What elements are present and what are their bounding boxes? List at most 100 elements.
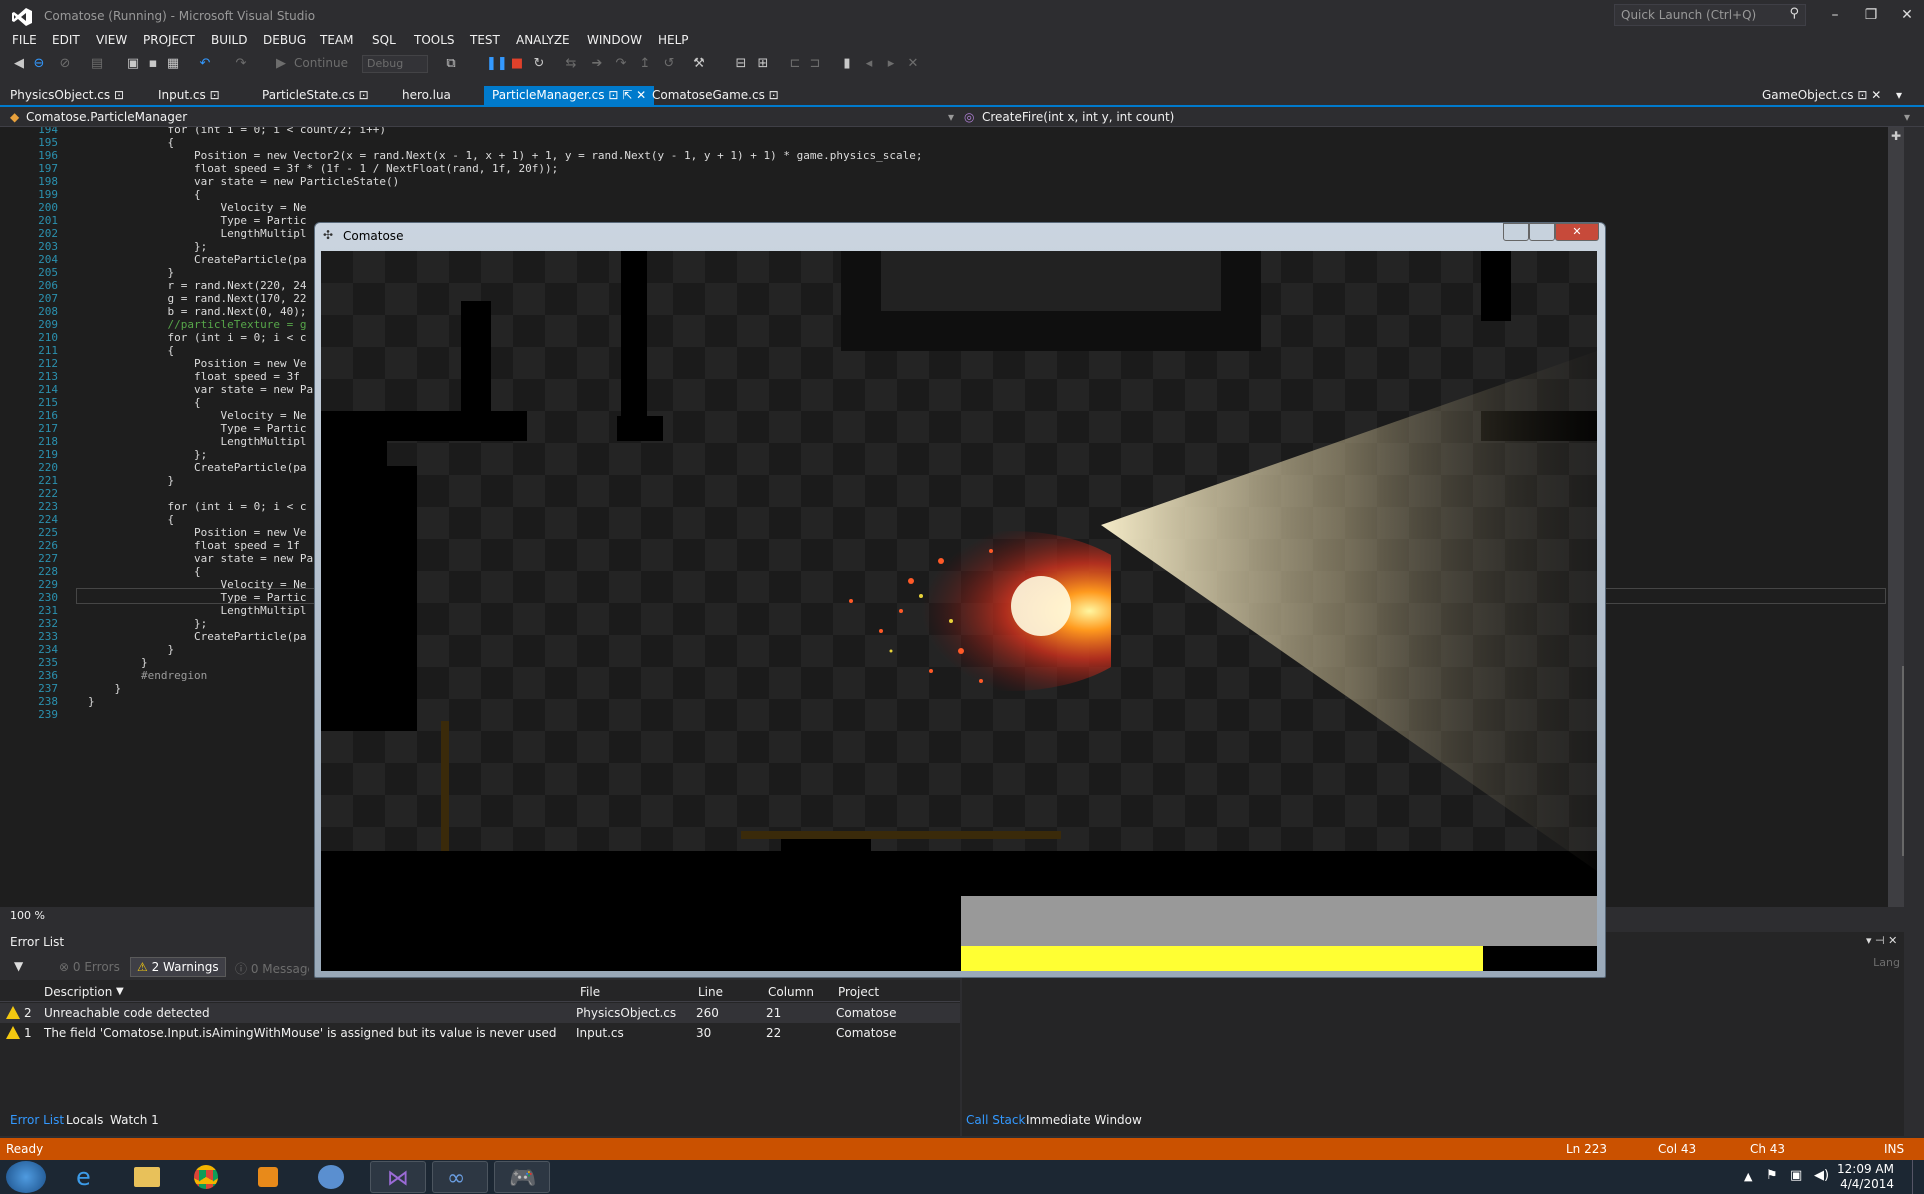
back-icon[interactable]: ◀ [10,55,28,73]
game-controller-icon[interactable]: 🎮 [494,1161,550,1193]
volume-icon[interactable]: ◀) [1814,1168,1829,1183]
code-line[interactable]: g = rand.Next(170, 22 [88,292,306,305]
tab-particlemanager[interactable]: ParticleManager.cs ⊡ ⇱ ✕ [484,86,655,106]
pin-icon[interactable]: ⊡ [769,88,779,102]
code-line[interactable]: CreateParticle(pa [88,461,307,474]
code-line[interactable]: { [88,344,174,357]
tab-comatosegame[interactable]: ComatoseGame.cs ⊡ [644,86,787,106]
code-line[interactable]: } [88,643,174,656]
game-minimize-button[interactable] [1503,223,1529,241]
clock-date[interactable]: 4/4/2014 [1840,1177,1894,1191]
pin-icon[interactable]: ⊡ [608,88,618,102]
solution-configuration-dropdown[interactable]: Debug [362,55,428,73]
comment-icon[interactable]: ⊏ [786,55,804,73]
code-line[interactable]: #endregion [88,669,207,682]
file-explorer-icon[interactable] [120,1161,176,1193]
code-line[interactable]: var state = new Pa [88,552,313,565]
tab-watch-1[interactable]: Watch 1 [110,1113,159,1127]
game-canvas[interactable] [321,251,1597,971]
code-line[interactable]: { [88,565,201,578]
menu-tools[interactable]: TOOLS [414,33,455,47]
uncomment-icon[interactable]: ⊐ [806,55,824,73]
column-line[interactable]: Line [698,985,723,999]
error-list-row[interactable]: 1 The field 'Comatose.Input.isAimingWith… [0,1023,960,1043]
code-line[interactable]: }; [88,617,207,630]
column-description[interactable]: Description [44,985,112,999]
code-line[interactable]: r = rand.Next(220, 24 [88,279,306,292]
messenger-icon[interactable] [304,1161,360,1193]
chevron-down-icon[interactable]: ▾ [1904,110,1910,124]
pin-icon[interactable]: ⊡ [1857,88,1867,102]
code-line[interactable]: CreateParticle(pa [88,253,307,266]
hex-display-icon[interactable]: ⚒ [690,55,708,73]
menu-edit[interactable]: EDIT [52,33,80,47]
menu-debug[interactable]: DEBUG [263,33,306,47]
code-line[interactable]: } [88,695,95,708]
menu-project[interactable]: PROJECT [143,33,195,47]
tab-call-stack[interactable]: Call Stack [966,1113,1025,1127]
media-player-icon[interactable] [240,1161,296,1193]
stop-icon[interactable]: ■ [508,55,526,73]
code-line[interactable]: LengthMultipl [88,604,306,617]
menu-view[interactable]: VIEW [96,33,127,47]
code-line[interactable]: Type = Partic [88,422,306,435]
code-line[interactable]: } [88,266,174,279]
code-line[interactable]: Position = new Ve [88,357,307,370]
code-line[interactable]: { [88,136,174,149]
pin-icon[interactable]: ⊡ [210,88,220,102]
code-line[interactable]: b = rand.Next(0, 40); [88,305,306,318]
network-icon[interactable]: ▣ [1790,1168,1802,1183]
attach-icon[interactable]: ⧉ [442,55,460,73]
errors-filter-button[interactable]: ⊗ 0 Errors [52,957,127,977]
internet-explorer-icon[interactable]: e [60,1161,116,1193]
menu-analyze[interactable]: ANALYZE [516,33,570,47]
next-bookmark-icon[interactable]: ▸ [882,55,900,73]
code-line[interactable]: Type = Partic [88,591,306,604]
continue-play-icon[interactable]: ▶ [272,55,290,73]
forward-icon[interactable]: ⊘ [56,55,74,73]
close-button[interactable]: ✕ [1892,4,1922,26]
menu-test[interactable]: TEST [470,33,500,47]
infinity-app-icon[interactable]: ∞ [432,1161,488,1193]
call-stack-column-language[interactable]: Lang [1873,956,1900,969]
navigate-back-icon[interactable]: ⊖ [30,55,48,73]
code-line[interactable]: Position = new Vector2(x = rand.Next(x -… [88,149,923,162]
code-line[interactable]: LengthMultipl [88,435,306,448]
step-over-icon[interactable]: ↷ [612,55,630,73]
code-line[interactable]: }; [88,448,207,461]
show-next-statement-icon[interactable]: ⇆ [562,55,580,73]
step-back-icon[interactable]: ↺ [660,55,678,73]
close-tab-icon[interactable]: ✕ [1871,88,1881,102]
redo-icon[interactable]: ↷ [232,55,250,73]
menu-file[interactable]: FILE [12,33,37,47]
chevron-down-icon[interactable]: ▾ [948,110,954,124]
code-line[interactable]: for (int i = 0; i < c [88,331,306,344]
code-line[interactable]: Velocity = Ne [88,578,306,591]
code-line[interactable]: float speed = 3f [88,370,300,383]
new-project-icon[interactable]: ▤ [88,55,106,73]
messages-filter-button[interactable]: ⓘ 0 Messages [228,957,310,977]
menu-build[interactable]: BUILD [211,33,247,47]
menu-help[interactable]: HELP [658,33,689,47]
tab-hero-lua[interactable]: hero.lua [394,86,459,106]
restart-icon[interactable]: ↻ [530,55,548,73]
code-line[interactable]: var state = new Pa [88,383,313,396]
tab-immediate-window[interactable]: Immediate Window [1026,1113,1142,1127]
pane-dropdown-icon[interactable]: ▾ ⊣ ✕ [1866,934,1897,947]
code-line[interactable]: { [88,188,201,201]
menu-window[interactable]: WINDOW [587,33,642,47]
code-line[interactable]: for (int i = 0; i < c [88,500,306,513]
code-line[interactable]: LengthMultipl [88,227,306,240]
game-close-button[interactable]: ✕ [1555,223,1599,241]
clock-time[interactable]: 12:09 AM [1837,1162,1894,1176]
filter-icon[interactable]: ▼ [14,959,23,973]
warnings-filter-button[interactable]: ⚠ 2 Warnings [130,957,226,977]
code-line[interactable]: float speed = 1f [88,539,300,552]
prev-bookmark-icon[interactable]: ◂ [860,55,878,73]
tray-chevron-icon[interactable]: ▲ [1744,1170,1752,1183]
quick-launch-input[interactable]: Quick Launch (Ctrl+Q) ⚲ [1614,4,1806,26]
minimize-button[interactable]: – [1820,4,1850,26]
flag-icon[interactable]: ⚑ [1766,1168,1778,1183]
tab-input[interactable]: Input.cs ⊡ [150,86,228,106]
tab-locals[interactable]: Locals [66,1113,103,1127]
